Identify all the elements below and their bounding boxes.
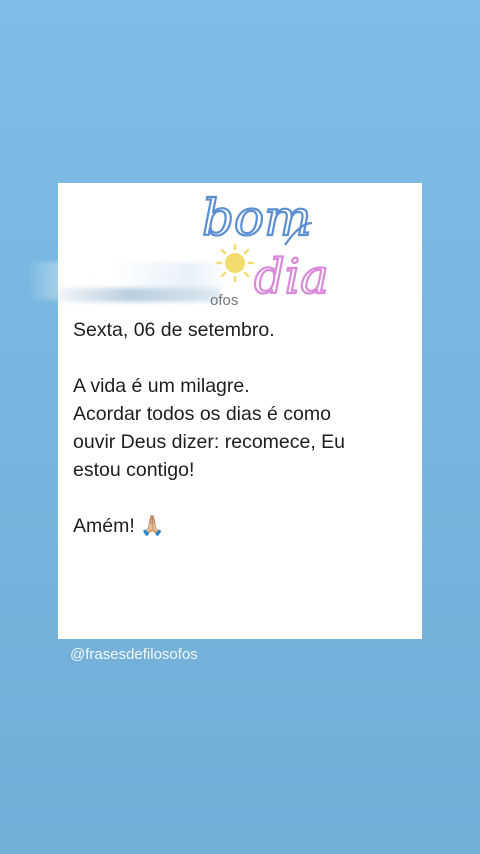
blurred-header-shadow (40, 288, 220, 302)
post-line-4: estou contigo! (73, 459, 195, 481)
username-partial: ofos (210, 292, 239, 309)
post-line-1: A vida é um milagre. (73, 375, 250, 397)
account-handle[interactable]: @frasesdefilosofos (70, 646, 198, 663)
sticker-dia-text: dia (254, 249, 329, 303)
post-text: Sexta, 06 de setembro. A vida é um milag… (73, 316, 393, 540)
sticker-bom-text: bom (202, 189, 312, 247)
post-line-3: ouvir Deus dizer: recomece, Eu (73, 431, 346, 453)
post-closing: Amém! 🙏🏼 (73, 515, 165, 537)
post-line-2: Acordar todos os dias é como (73, 403, 331, 425)
post-date: Sexta, 06 de setembro. (73, 319, 275, 341)
